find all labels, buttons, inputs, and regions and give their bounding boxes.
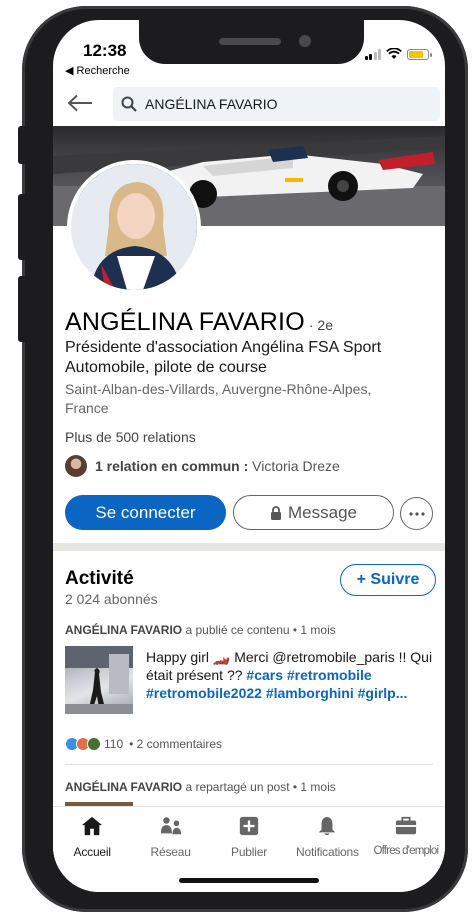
connect-button[interactable]: Se connecter bbox=[65, 495, 226, 530]
lock-icon bbox=[271, 505, 281, 520]
screen: 12:38 ◀ Recherche ANGÉLINA FAVARIO ANGÉL… bbox=[53, 20, 445, 892]
comment-count[interactable]: • 2 commentaires bbox=[129, 737, 222, 751]
notch bbox=[139, 20, 364, 64]
battery-icon bbox=[407, 48, 432, 60]
mutual-avatar bbox=[65, 455, 87, 477]
section-separator bbox=[53, 543, 445, 551]
home-indicator bbox=[179, 878, 319, 883]
post-author[interactable]: ANGÉLINA FAVARIO bbox=[65, 623, 182, 637]
status-time: 12:38 bbox=[83, 41, 127, 60]
followers-count: 2 024 abonnés bbox=[65, 591, 158, 607]
nav-label-jobs: Offres d'emploi bbox=[373, 845, 439, 857]
post-author[interactable]: ANGÉLINA FAVARIO bbox=[65, 780, 182, 794]
reaction-count: 110 bbox=[104, 737, 124, 751]
nav-label-home: Accueil bbox=[73, 845, 111, 859]
more-options-button[interactable] bbox=[400, 497, 433, 530]
back-arrow-icon[interactable] bbox=[67, 94, 93, 112]
profile-location: Saint-Alban-des-Villards, Auvergne-Rhône… bbox=[65, 381, 372, 416]
wifi-icon bbox=[386, 48, 402, 59]
celebrate-reaction-icon bbox=[87, 737, 101, 751]
briefcase-icon bbox=[395, 816, 416, 835]
search-icon bbox=[121, 96, 137, 112]
follow-button[interactable]: + Suivre bbox=[340, 564, 436, 596]
profile-name: ANGÉLINA FAVARIO bbox=[65, 308, 305, 336]
speaker bbox=[219, 38, 281, 45]
post-text[interactable]: Happy girl 🏎️ Merci @retromobile_paris !… bbox=[146, 648, 441, 702]
post-thumbnail[interactable] bbox=[65, 646, 133, 714]
message-button[interactable]: Message bbox=[233, 495, 394, 530]
activity-title: Activité bbox=[65, 568, 134, 589]
search-bar[interactable] bbox=[113, 87, 440, 121]
nav-label-post: Publier bbox=[231, 845, 267, 859]
post-action: a publié ce contenu • 1 mois bbox=[182, 623, 336, 637]
nav-item-home[interactable]: Accueil bbox=[53, 807, 131, 892]
message-label: Message bbox=[288, 502, 357, 522]
home-icon bbox=[82, 816, 103, 836]
signal-icon bbox=[364, 48, 381, 60]
post-icon bbox=[239, 816, 259, 836]
post-divider bbox=[65, 764, 433, 765]
post-action: a repartagé un post • 1 mois bbox=[182, 780, 336, 794]
nav-label-network: Réseau bbox=[150, 845, 191, 859]
post-meta: ANGÉLINA FAVARIO a repartagé un post • 1… bbox=[65, 780, 336, 794]
nav-item-jobs[interactable]: Offres d'emploi bbox=[367, 807, 445, 892]
camera bbox=[299, 35, 311, 47]
mute-switch bbox=[18, 126, 25, 164]
connection-degree: · 2e bbox=[308, 317, 333, 333]
reactions-row[interactable]: 110 • 2 commentaires bbox=[65, 737, 222, 751]
post-meta: ANGÉLINA FAVARIO a publié ce contenu • 1… bbox=[65, 623, 336, 637]
reaction-icons bbox=[65, 737, 101, 751]
profile-avatar[interactable] bbox=[67, 160, 201, 294]
ellipsis-icon bbox=[408, 511, 425, 516]
volume-up-button bbox=[18, 194, 25, 260]
profile-name-row: ANGÉLINA FAVARIO · 2e bbox=[65, 308, 333, 337]
volume-down-button bbox=[18, 276, 25, 342]
nav-label-notifications: Notifications bbox=[296, 845, 359, 859]
mutual-name: Victoria Dreze bbox=[248, 458, 340, 474]
search-input[interactable] bbox=[145, 96, 425, 112]
status-icons bbox=[364, 48, 432, 60]
mutual-text: 1 relation en commun : Victoria Dreze bbox=[95, 458, 340, 474]
bell-icon bbox=[319, 816, 336, 836]
profile-headline: Présidente d'association Angélina FSA Sp… bbox=[65, 339, 382, 376]
mutual-connections[interactable]: 1 relation en commun : Victoria Dreze bbox=[65, 455, 340, 477]
mutual-count: 1 relation en commun : bbox=[95, 458, 249, 474]
network-icon bbox=[160, 817, 181, 835]
back-to-search-link[interactable]: ◀ Recherche bbox=[65, 64, 130, 77]
relations-count[interactable]: Plus de 500 relations bbox=[65, 429, 196, 445]
